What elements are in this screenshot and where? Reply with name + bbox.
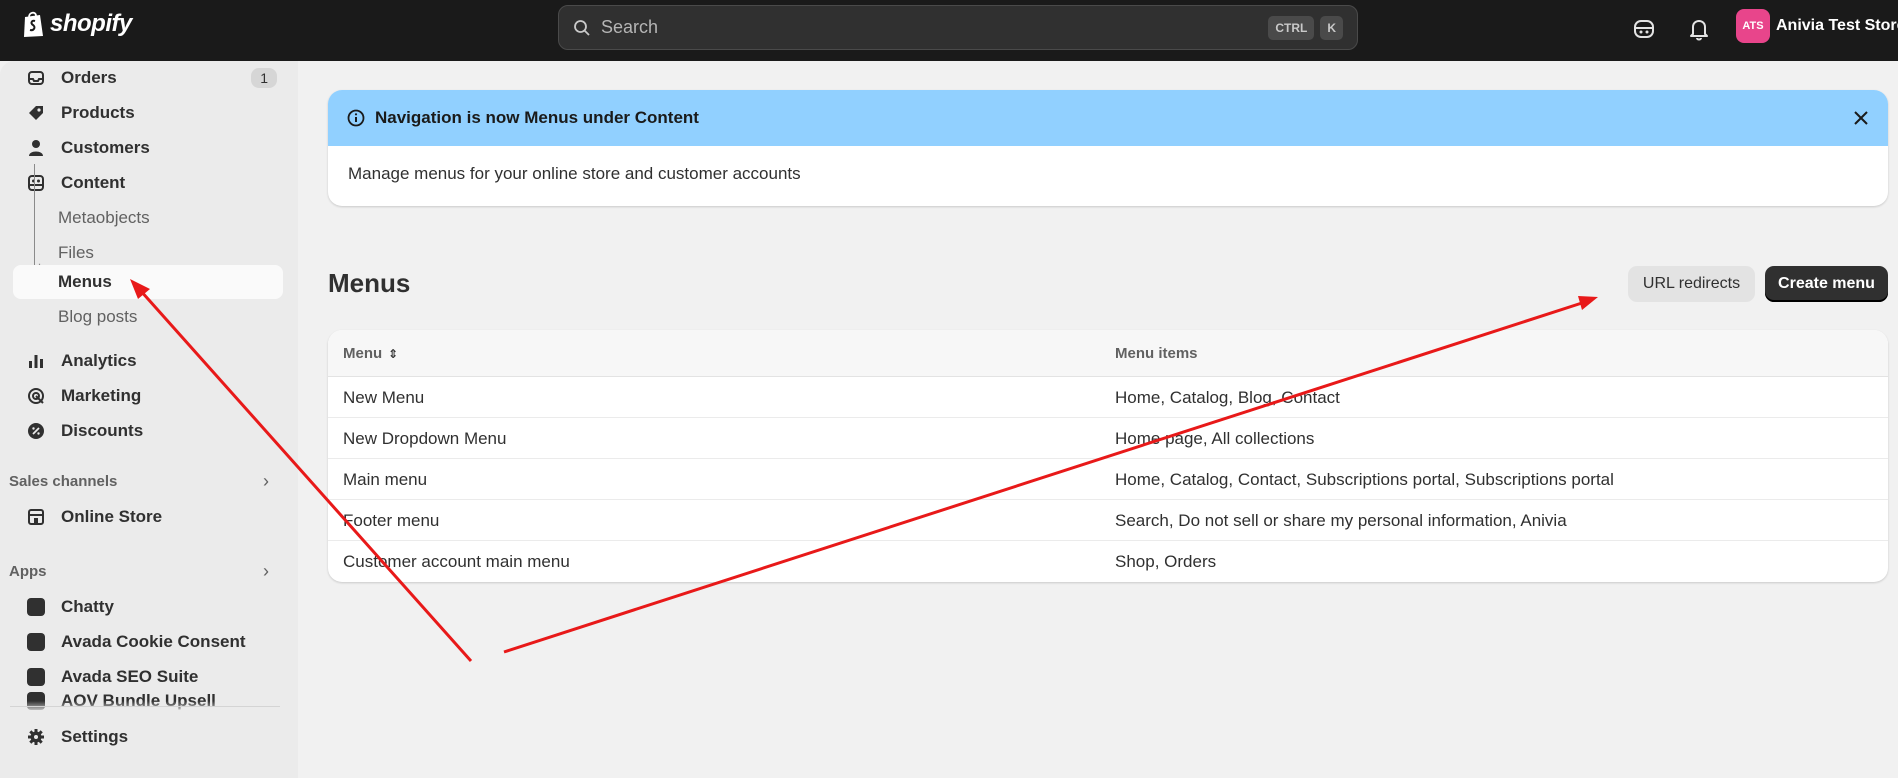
sidebar: Orders 1 Products Customers Content ↳ Me… <box>0 61 298 778</box>
menu-items-cell: Shop, Orders <box>1115 552 1217 571</box>
orders-count-badge: 1 <box>251 68 277 88</box>
menu-items-cell: Home, Catalog, Blog, Contact <box>1115 388 1340 407</box>
sidebar-item-label: Settings <box>61 727 129 746</box>
sidebar-item-online-store[interactable]: Online Store <box>13 500 283 534</box>
sidebar-item-label: Discounts <box>61 421 144 440</box>
discount-icon <box>26 421 46 441</box>
url-redirects-button[interactable]: URL redirects <box>1628 266 1755 302</box>
menus-table: Menu ⇕ Menu items New Menu Home, Catalog,… <box>328 330 1888 582</box>
menu-name-cell[interactable]: Main menu <box>343 470 427 490</box>
sidebar-item-menus[interactable]: Menus <box>13 265 283 299</box>
bell-icon[interactable] <box>1686 16 1712 42</box>
sidebar-item-label: Orders <box>61 68 117 87</box>
sidebar-item-orders[interactable]: Orders 1 <box>13 61 283 95</box>
menu-name-cell[interactable]: New Dropdown Menu <box>343 429 506 449</box>
scroll-fade <box>0 701 298 713</box>
logo-text: shopify <box>50 10 132 37</box>
sidebar-item-label: Blog posts <box>58 307 138 326</box>
sidekick-icon[interactable] <box>1631 16 1657 42</box>
person-icon <box>26 138 46 158</box>
search-placeholder: Search <box>601 17 659 37</box>
sidebar-item-label: Avada SEO Suite <box>61 667 199 686</box>
chatty-app-icon <box>26 597 46 617</box>
apps-heading[interactable]: Apps <box>9 563 47 580</box>
chevron-right-icon[interactable]: › <box>263 471 269 492</box>
table-row[interactable]: Customer account main menu Shop, Orders <box>328 541 1888 582</box>
create-menu-button[interactable]: Create menu <box>1765 266 1888 302</box>
sales-channels-heading[interactable]: Sales channels <box>9 473 117 490</box>
sidebar-item-metaobjects[interactable]: Metaobjects <box>13 201 283 235</box>
sidebar-item-blog-posts[interactable]: Blog posts <box>13 300 283 334</box>
menu-items-cell: Home, Catalog, Contact, Subscriptions po… <box>1115 470 1614 489</box>
banner-body: Manage menus for your online store and c… <box>348 164 801 183</box>
sort-icon[interactable]: ⇕ <box>388 347 398 361</box>
search-bar[interactable]: Search CTRL K <box>558 5 1358 50</box>
sidebar-item-avada-cookie-consent[interactable]: Avada Cookie Consent <box>13 625 283 659</box>
banner-header: Navigation is now Menus under Content <box>328 90 1888 146</box>
gear-icon <box>26 727 46 747</box>
sidebar-item-label: Content <box>61 173 126 192</box>
menu-items-cell: Home page, All collections <box>1115 429 1315 448</box>
shopify-logo[interactable]: shopify <box>22 10 132 38</box>
banner-title: Navigation is now Menus under Content <box>375 108 699 127</box>
sidebar-item-label: Products <box>61 103 135 122</box>
store-name[interactable]: Anivia Test Store <box>1776 17 1898 35</box>
close-icon[interactable] <box>1850 107 1872 129</box>
shortcut-key-k: K <box>1320 15 1343 40</box>
sidebar-item-label: Analytics <box>61 351 137 370</box>
menu-name-cell[interactable]: Footer menu <box>343 511 439 531</box>
sidebar-item-label: Files <box>58 243 94 262</box>
sidebar-item-label: Online Store <box>61 507 163 526</box>
sidebar-item-customers[interactable]: Customers <box>13 131 283 165</box>
info-banner: Navigation is now Menus under Content Ma… <box>328 90 1888 206</box>
table-row[interactable]: New Dropdown Menu Home page, All collect… <box>328 418 1888 459</box>
menu-name-cell[interactable]: New Menu <box>343 388 424 408</box>
store-icon <box>26 507 46 527</box>
menu-items-column-header: Menu items <box>1115 345 1198 362</box>
avada-app-icon <box>26 632 46 652</box>
avada-app-icon <box>26 667 46 687</box>
search-icon <box>574 19 590 36</box>
sidebar-item-content[interactable]: Content <box>13 166 283 200</box>
info-icon <box>347 109 365 127</box>
table-header: Menu ⇕ Menu items <box>328 330 1888 377</box>
sidebar-item-label: Marketing <box>61 386 142 405</box>
column-header-label: Menu <box>343 345 383 362</box>
sidebar-item-analytics[interactable]: Analytics <box>13 344 283 378</box>
bar-chart-icon <box>26 351 46 371</box>
sidebar-item-products[interactable]: Products <box>13 96 283 130</box>
target-icon <box>26 386 46 406</box>
page-title: Menus <box>328 268 411 298</box>
sidebar-item-label: Metaobjects <box>58 208 150 227</box>
shopify-bag-icon <box>24 11 43 37</box>
sidebar-item-avada-seo-suite[interactable]: Avada SEO Suite <box>13 660 283 694</box>
sidebar-item-chatty[interactable]: Chatty <box>13 590 283 624</box>
menu-name-cell[interactable]: Customer account main menu <box>343 552 570 572</box>
sidebar-item-label: Menus <box>58 272 112 291</box>
sidebar-item-marketing[interactable]: Marketing <box>13 379 283 413</box>
divider <box>10 706 280 707</box>
menu-items-cell: Search, Do not sell or share my personal… <box>1115 511 1567 530</box>
sidebar-item-label: Avada Cookie Consent <box>61 632 246 651</box>
chevron-right-icon[interactable]: › <box>263 561 269 582</box>
store-avatar[interactable]: ATS <box>1736 9 1770 43</box>
table-row[interactable]: Footer menu Search, Do not sell or share… <box>328 500 1888 541</box>
sidebar-item-label: Customers <box>61 138 150 157</box>
shortcut-key-ctrl: CTRL <box>1268 15 1315 40</box>
table-row[interactable]: New Menu Home, Catalog, Blog, Contact <box>328 377 1888 418</box>
orders-icon <box>26 68 46 88</box>
sidebar-item-settings[interactable]: Settings <box>13 720 283 754</box>
tag-icon <box>26 103 46 123</box>
table-row[interactable]: Main menu Home, Catalog, Contact, Subscr… <box>328 459 1888 500</box>
menu-column-header[interactable]: Menu ⇕ <box>343 345 398 362</box>
sidebar-item-label: Chatty <box>61 597 114 616</box>
sidebar-item-discounts[interactable]: Discounts <box>13 414 283 448</box>
top-bar: shopify Search CTRL K ATS Anivia Test St… <box>0 0 1898 61</box>
